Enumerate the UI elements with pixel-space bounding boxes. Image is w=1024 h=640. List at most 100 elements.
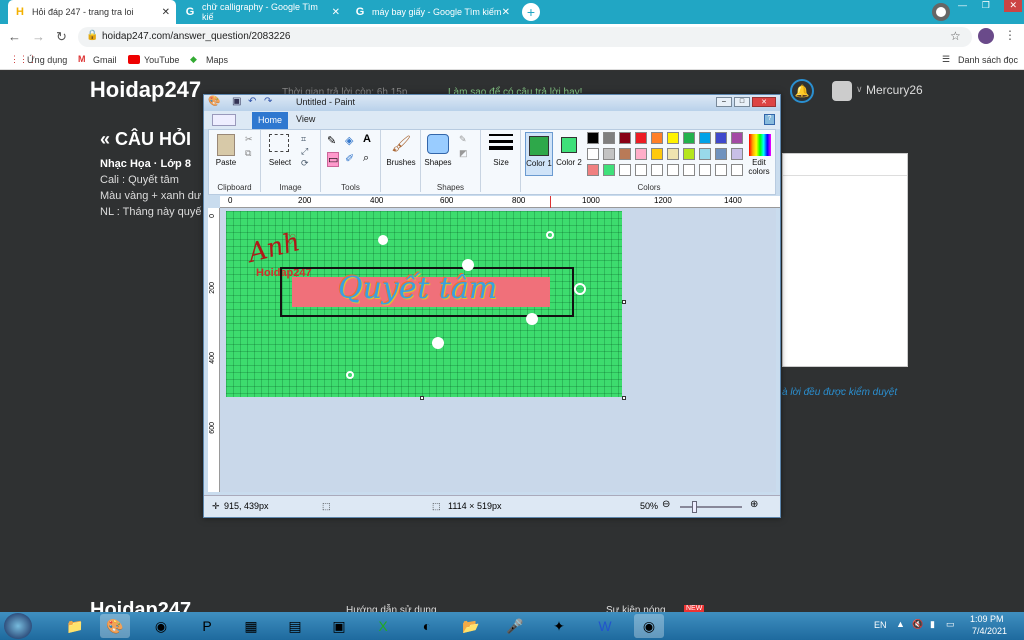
- clock-time[interactable]: 1:09 PM: [970, 614, 1004, 624]
- palette-swatch[interactable]: [603, 164, 615, 176]
- paint-taskbar-icon[interactable]: 🎨: [100, 614, 130, 638]
- avatar[interactable]: [978, 28, 994, 44]
- answer-editor-panel[interactable]: [782, 153, 908, 367]
- resize-handle[interactable]: [420, 396, 424, 400]
- back-icon[interactable]: ←: [8, 29, 21, 44]
- palette-swatch[interactable]: [587, 132, 599, 144]
- color-picker-icon[interactable]: ✐: [345, 152, 354, 165]
- pencil-icon[interactable]: ✎: [327, 134, 336, 147]
- palette-swatch[interactable]: [603, 148, 615, 160]
- close-tab-icon[interactable]: ✕: [332, 7, 340, 18]
- maximize-icon[interactable]: ❐: [982, 0, 990, 12]
- palette-swatch[interactable]: [619, 164, 631, 176]
- fill-icon[interactable]: ◈: [345, 134, 353, 147]
- palette-swatch[interactable]: [667, 164, 679, 176]
- zoom-in-icon[interactable]: ⊕: [750, 499, 758, 510]
- bookmark-apps[interactable]: Ứng dụng: [27, 55, 67, 65]
- forward-icon[interactable]: →: [32, 29, 45, 44]
- palette-swatch[interactable]: [651, 164, 663, 176]
- tab-may-bay[interactable]: G máy bay giấy - Google Tìm kiếm ✕: [348, 0, 516, 24]
- menu-icon[interactable]: ⋮: [1004, 28, 1016, 42]
- resize-handle[interactable]: [622, 300, 626, 304]
- palette-swatch[interactable]: [715, 132, 727, 144]
- avatar[interactable]: [832, 81, 852, 101]
- language-indicator[interactable]: EN: [874, 620, 887, 630]
- zoom-slider-thumb[interactable]: [692, 501, 697, 513]
- folder-icon[interactable]: 📂: [456, 614, 486, 638]
- network-icon[interactable]: ▮: [930, 619, 935, 630]
- profile-indicator-icon[interactable]: [932, 3, 950, 21]
- excel-icon[interactable]: X: [368, 614, 398, 638]
- tab-calligraphy[interactable]: G chữ calligraphy - Google Tìm kiế ✕: [178, 0, 346, 24]
- powerpoint-icon[interactable]: P: [192, 614, 222, 638]
- redo-icon[interactable]: ↷: [264, 96, 272, 107]
- eraser-icon[interactable]: ▭: [327, 152, 340, 167]
- minimize-icon[interactable]: —: [958, 0, 967, 12]
- palette-swatch[interactable]: [683, 164, 695, 176]
- palette-swatch[interactable]: [715, 164, 727, 176]
- maximize-icon[interactable]: □: [734, 97, 750, 107]
- color1-button[interactable]: Color 1: [525, 132, 553, 176]
- mute-icon[interactable]: 🔇: [912, 619, 923, 630]
- site-logo[interactable]: HHoidap247: [89, 77, 202, 103]
- paint-menu-button[interactable]: [212, 114, 236, 126]
- app-icon[interactable]: ▣: [324, 614, 354, 638]
- brushes-button[interactable]: Brushes: [381, 158, 421, 167]
- username[interactable]: Mercury26: [866, 83, 923, 97]
- edit-colors-button[interactable]: Edit colors: [741, 158, 777, 176]
- reading-list[interactable]: Danh sách đọc: [958, 55, 1018, 65]
- palette-swatch[interactable]: [635, 164, 647, 176]
- tab-view[interactable]: View: [296, 114, 315, 124]
- reload-icon[interactable]: ↻: [56, 29, 67, 45]
- palette-swatch[interactable]: [587, 148, 599, 160]
- undo-icon[interactable]: ↶: [248, 96, 256, 107]
- url-field[interactable]: 🔒 hoidap247.com/answer_question/2083226 …: [78, 27, 972, 47]
- app-icon[interactable]: ✦: [544, 614, 574, 638]
- palette-swatch[interactable]: [715, 148, 727, 160]
- shapes-button[interactable]: Shapes: [421, 158, 455, 167]
- start-button[interactable]: [4, 613, 32, 639]
- chrome-icon[interactable]: ◉: [146, 614, 176, 638]
- palette-swatch[interactable]: [651, 148, 663, 160]
- outline-icon[interactable]: ✎: [459, 134, 467, 145]
- close-tab-icon[interactable]: ✕: [162, 7, 170, 18]
- word-icon[interactable]: W: [590, 614, 620, 638]
- zoom-slider[interactable]: [680, 506, 742, 508]
- bookmark-youtube[interactable]: YouTube: [144, 55, 179, 65]
- tab-hoidap[interactable]: H Hỏi đáp 247 - trang tra loi ✕: [8, 0, 176, 24]
- app-icon[interactable]: ◐: [412, 614, 442, 638]
- explorer-icon[interactable]: 📁: [60, 614, 90, 638]
- chevron-down-icon[interactable]: ∨: [856, 84, 863, 95]
- bookmark-gmail[interactable]: Gmail: [93, 55, 117, 65]
- tray-arrow-icon[interactable]: ▲: [896, 619, 905, 629]
- palette-swatch[interactable]: [651, 132, 663, 144]
- close-window-icon[interactable]: ✕: [1004, 0, 1022, 12]
- palette-swatch[interactable]: [619, 132, 631, 144]
- app-icon[interactable]: ▦: [236, 614, 266, 638]
- drawing-canvas[interactable]: Anh ♡ Hoidap247 Quyết tâm: [226, 211, 622, 397]
- palette-swatch[interactable]: [667, 148, 679, 160]
- battery-icon[interactable]: ▭: [946, 619, 955, 630]
- palette-swatch[interactable]: [635, 148, 647, 160]
- crop-icon[interactable]: ⌗: [301, 134, 306, 145]
- minimize-icon[interactable]: –: [716, 97, 732, 107]
- palette-swatch[interactable]: [667, 132, 679, 144]
- close-window-icon[interactable]: ✕: [752, 97, 776, 107]
- palette-swatch[interactable]: [699, 148, 711, 160]
- palette-swatch[interactable]: [699, 164, 711, 176]
- rotate-icon[interactable]: ⟳: [301, 158, 309, 169]
- paste-button[interactable]: Paste: [209, 158, 243, 167]
- palette-swatch[interactable]: [619, 148, 631, 160]
- palette-swatch[interactable]: [683, 148, 695, 160]
- close-tab-icon[interactable]: ✕: [502, 7, 510, 18]
- help-icon[interactable]: ?: [764, 114, 775, 125]
- text-icon[interactable]: A: [363, 133, 371, 145]
- size-button[interactable]: Size: [481, 158, 521, 167]
- palette-swatch[interactable]: [587, 164, 599, 176]
- magnifier-icon[interactable]: ⌕: [363, 152, 369, 165]
- microphone-icon[interactable]: 🎤: [500, 614, 530, 638]
- new-tab-button[interactable]: +: [522, 3, 540, 21]
- resize-handle[interactable]: [622, 396, 626, 400]
- palette-swatch[interactable]: [699, 132, 711, 144]
- resize-icon[interactable]: ⤢: [301, 146, 308, 157]
